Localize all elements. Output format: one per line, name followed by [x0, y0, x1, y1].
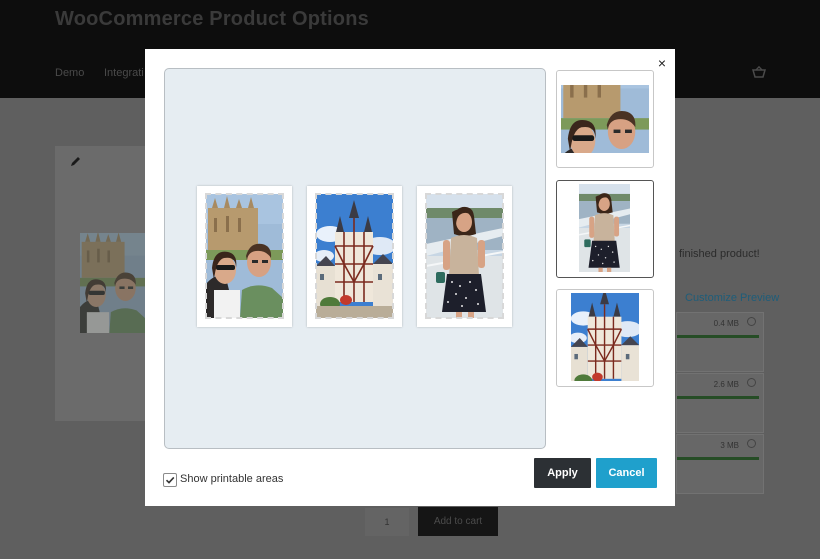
- basket-icon: [752, 66, 766, 78]
- site-title: WooCommerce Product Options: [55, 8, 369, 30]
- upload-row: 3 MB: [676, 434, 764, 494]
- file-size: 0.4 MB: [713, 319, 739, 328]
- photo-couple-selfie: [206, 194, 283, 318]
- thumbnail-image: [561, 85, 649, 153]
- upload-progress: [677, 396, 759, 399]
- remove-icon: [747, 439, 756, 448]
- printable-area: [425, 193, 504, 319]
- customize-preview-link: Customize Preview: [685, 292, 780, 304]
- remove-icon: [747, 378, 756, 387]
- upload-progress: [677, 335, 759, 338]
- show-printable-areas-label[interactable]: Show printable areas: [180, 473, 283, 485]
- nav-item-integrations: Integrati: [104, 67, 144, 79]
- close-button[interactable]: ×: [654, 55, 670, 71]
- printable-area: [205, 193, 284, 319]
- printable-area: [315, 193, 394, 319]
- thumbnail-timber-tower[interactable]: [556, 289, 654, 387]
- upload-row: 0.4 MB: [676, 312, 764, 372]
- print-preview-canvas: [164, 68, 546, 449]
- pencil-icon: [71, 157, 80, 166]
- file-size: 2.6 MB: [713, 380, 739, 389]
- thumbnail-image: [571, 293, 639, 381]
- show-printable-areas-checkbox[interactable]: [163, 473, 177, 487]
- finished-product-text: finished product!: [679, 248, 760, 260]
- nav-item-demo: Demo: [55, 67, 85, 79]
- thumbnail-woman-boat[interactable]: [556, 180, 654, 278]
- print-card[interactable]: [197, 186, 292, 327]
- upload-progress: [677, 457, 759, 460]
- checkmark-icon: [165, 476, 175, 484]
- preview-thumbnail: [80, 233, 146, 333]
- remove-icon: [747, 317, 756, 326]
- customize-preview-modal: × Show printable areas Apply Cancel: [145, 49, 675, 506]
- photo-timber-tower: [316, 194, 393, 318]
- file-size: 3 MB: [720, 441, 739, 450]
- cancel-button[interactable]: Cancel: [596, 458, 657, 488]
- thumbnail-image: [579, 184, 630, 272]
- upload-row: 2.6 MB: [676, 373, 764, 433]
- apply-button[interactable]: Apply: [534, 458, 591, 488]
- print-card[interactable]: [307, 186, 402, 327]
- quantity-input: 1: [365, 508, 409, 536]
- thumbnail-couple-selfie[interactable]: [556, 70, 654, 168]
- print-card[interactable]: [417, 186, 512, 327]
- add-to-cart-button: Add to cart: [418, 507, 498, 536]
- photo-woman-boat: [426, 194, 503, 318]
